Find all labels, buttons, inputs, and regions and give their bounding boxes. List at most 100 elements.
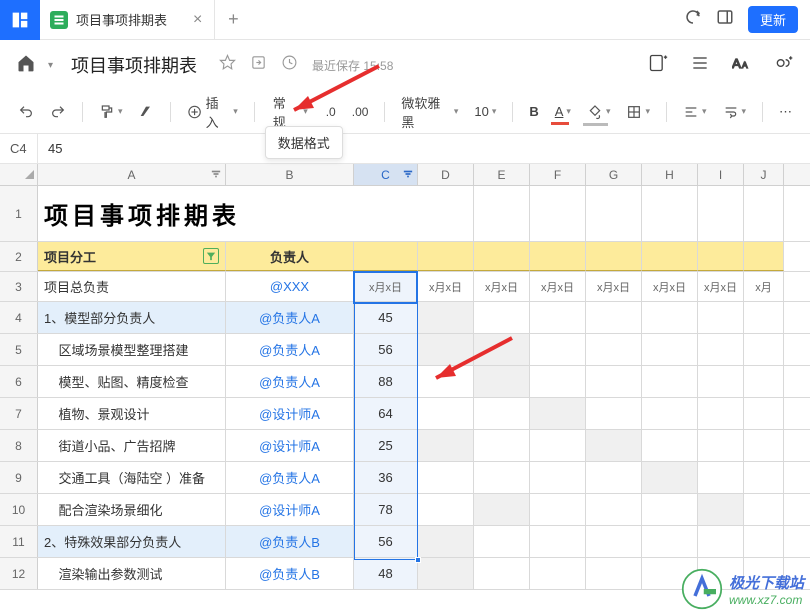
align-button[interactable]: ▾ xyxy=(677,100,713,124)
cell-c[interactable]: 45 xyxy=(354,302,418,333)
cell[interactable] xyxy=(418,462,474,493)
cell-a[interactable]: 渲染输出参数测试 xyxy=(38,558,226,589)
cell[interactable] xyxy=(474,462,530,493)
wrap-button[interactable]: ▾ xyxy=(717,100,753,124)
home-caret-icon[interactable]: ▾ xyxy=(48,60,53,71)
cell[interactable] xyxy=(530,302,586,333)
row-header[interactable]: 4 xyxy=(0,302,38,333)
row-header[interactable]: 3 xyxy=(0,272,38,301)
cell-a[interactable]: 植物、景观设计 xyxy=(38,398,226,429)
cell[interactable] xyxy=(530,398,586,429)
cell[interactable] xyxy=(530,186,586,241)
cell[interactable] xyxy=(642,186,698,241)
cell[interactable] xyxy=(530,366,586,397)
undo-button[interactable] xyxy=(12,100,40,124)
redo-button[interactable] xyxy=(44,100,72,124)
tab-close-icon[interactable]: × xyxy=(193,11,202,29)
cell-c[interactable]: 48 xyxy=(354,558,418,589)
fill-color-button[interactable]: ▾ xyxy=(581,100,617,124)
cell-a[interactable]: 交通工具（海陆空 ）准备 xyxy=(38,462,226,493)
row-header[interactable]: 2 xyxy=(0,242,38,271)
history-icon[interactable] xyxy=(281,54,298,76)
cell[interactable] xyxy=(642,430,698,461)
cell-b[interactable]: @负责人B xyxy=(226,526,354,557)
cell[interactable]: x月x日 xyxy=(474,272,530,301)
cell[interactable] xyxy=(586,334,642,365)
cell[interactable] xyxy=(698,186,744,241)
header-cell-b[interactable]: 负责人 xyxy=(226,242,354,271)
cell-c[interactable]: 88 xyxy=(354,366,418,397)
cell-b[interactable]: @负责人A xyxy=(226,302,354,333)
cell-b[interactable]: @负责人A xyxy=(226,462,354,493)
col-header-e[interactable]: E xyxy=(474,164,530,185)
col-header-b[interactable]: B xyxy=(226,164,354,185)
cell[interactable] xyxy=(474,302,530,333)
cell-c[interactable]: 56 xyxy=(354,334,418,365)
cell-a[interactable]: 2、特殊效果部分负责人 xyxy=(38,526,226,557)
bold-button[interactable]: B xyxy=(523,100,544,123)
clear-format-button[interactable] xyxy=(132,100,160,124)
col-header-d[interactable]: D xyxy=(418,164,474,185)
cell[interactable] xyxy=(698,334,744,365)
cell[interactable] xyxy=(586,186,642,241)
header-cell[interactable] xyxy=(642,242,698,271)
cell[interactable] xyxy=(586,558,642,589)
cell[interactable] xyxy=(418,186,474,241)
cell-b[interactable]: @负责人A xyxy=(226,334,354,365)
cell[interactable] xyxy=(698,398,744,429)
cell[interactable] xyxy=(586,462,642,493)
cell-b[interactable]: @设计师A xyxy=(226,494,354,525)
cell[interactable] xyxy=(474,334,530,365)
cell[interactable] xyxy=(474,526,530,557)
header-cell[interactable] xyxy=(474,242,530,271)
cell[interactable] xyxy=(642,366,698,397)
cell[interactable]: x月x日 xyxy=(642,272,698,301)
cell[interactable]: x月x日 xyxy=(698,272,744,301)
cell[interactable] xyxy=(698,302,744,333)
cell[interactable] xyxy=(474,366,530,397)
col-header-c[interactable]: C xyxy=(354,164,418,185)
cell[interactable] xyxy=(474,398,530,429)
cell[interactable] xyxy=(698,462,744,493)
cell[interactable] xyxy=(744,334,784,365)
home-icon[interactable] xyxy=(16,53,36,78)
row-header[interactable]: 1 xyxy=(0,186,38,241)
cell[interactable] xyxy=(698,526,744,557)
cell-b[interactable]: @设计师A xyxy=(226,398,354,429)
sidebar-toggle-icon[interactable] xyxy=(716,8,734,31)
cell-b[interactable]: @负责人A xyxy=(226,366,354,397)
cell-reference[interactable]: C4 xyxy=(0,134,38,163)
move-icon[interactable] xyxy=(250,54,267,76)
spreadsheet[interactable]: A B C D E F G H I J 1项目事项排期表2项目分工负责人3项目总… xyxy=(0,164,810,590)
header-cell[interactable] xyxy=(418,242,474,271)
text-size-icon[interactable]: AA xyxy=(732,53,752,78)
header-cell-a[interactable]: 项目分工 xyxy=(38,242,226,271)
insert-button[interactable]: 插入▾ xyxy=(181,89,243,135)
cell-c[interactable]: 25 xyxy=(354,430,418,461)
tab-document[interactable]: 项目事项排期表 × xyxy=(40,0,215,40)
cell[interactable] xyxy=(586,526,642,557)
col-header-a[interactable]: A xyxy=(38,164,226,185)
cell[interactable] xyxy=(530,526,586,557)
cell[interactable] xyxy=(744,186,784,241)
cell-a[interactable]: 街道小品、广告招牌 xyxy=(38,430,226,461)
cell-b[interactable]: @设计师A xyxy=(226,430,354,461)
cell[interactable] xyxy=(586,494,642,525)
cell[interactable] xyxy=(642,334,698,365)
cell-b[interactable]: @XXX xyxy=(226,272,354,301)
cell[interactable] xyxy=(530,430,586,461)
cell-c[interactable]: 78 xyxy=(354,494,418,525)
row-header[interactable]: 10 xyxy=(0,494,38,525)
cell[interactable] xyxy=(530,558,586,589)
header-cell[interactable] xyxy=(698,242,744,271)
cell-a[interactable]: 配合渲染场景细化 xyxy=(38,494,226,525)
cell[interactable] xyxy=(744,302,784,333)
cell[interactable]: x月 xyxy=(744,272,784,301)
cell-a[interactable]: 1、模型部分负责人 xyxy=(38,302,226,333)
font-size-dropdown[interactable]: 10▾ xyxy=(468,100,502,123)
number-format-dropdown[interactable]: 常规▾ 数据格式 xyxy=(265,90,316,134)
more-button[interactable]: ⋯ xyxy=(773,100,798,124)
formula-value[interactable]: 45 xyxy=(38,141,62,156)
row-header[interactable]: 7 xyxy=(0,398,38,429)
cell[interactable]: x月x日 xyxy=(586,272,642,301)
